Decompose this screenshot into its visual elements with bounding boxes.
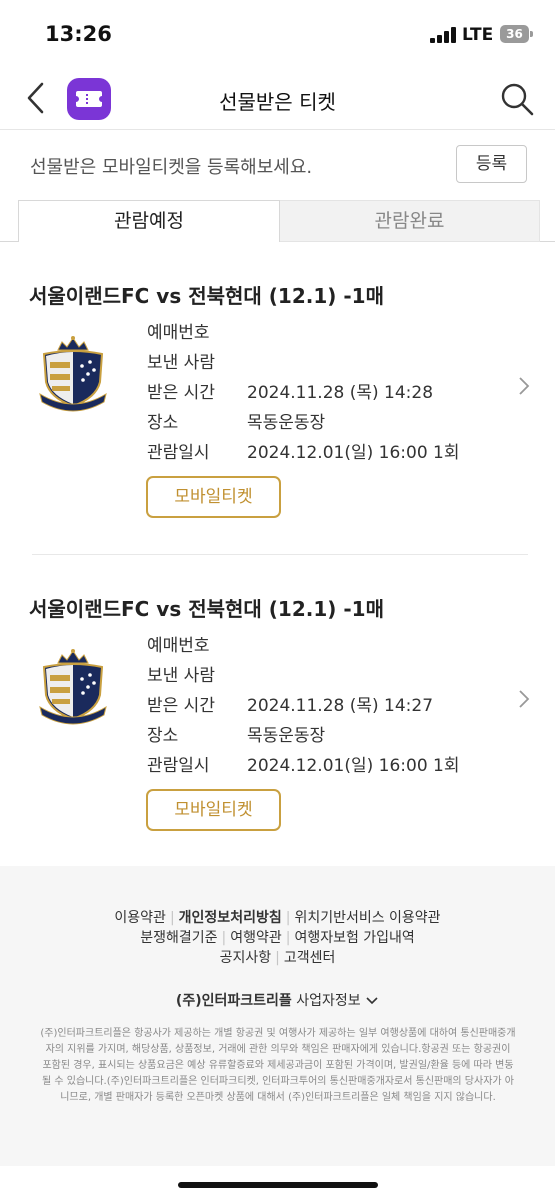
info-row: 관람일시 2024.12.01(일) 16:00 1회	[147, 751, 460, 776]
footer-link-notice[interactable]: 공지사항	[220, 950, 272, 966]
info-value: 목동운동장	[247, 413, 326, 433]
info-value: 2024.12.01(일) 16:00 1회	[247, 443, 460, 463]
info-label: 장소	[147, 413, 179, 433]
status-time: 13:26	[45, 22, 112, 46]
ticket-icon	[76, 91, 102, 107]
company-info[interactable]: (주)인터파크트리플 사업자정보	[0, 990, 555, 1010]
info-label: 관람일시	[147, 756, 210, 776]
info-label: 보낸 사람	[147, 666, 215, 686]
search-button[interactable]	[498, 80, 536, 118]
ticket-title: 서울이랜드FC vs 전북현대 (12.1) -1매	[29, 284, 384, 308]
footer-link-location-terms[interactable]: 위치기반서비스 이용약관	[294, 910, 440, 926]
battery-icon: 36	[500, 25, 529, 43]
footer-link-insurance[interactable]: 여행자보험 가입내역	[294, 930, 414, 946]
mobile-ticket-button[interactable]: 모바일티켓	[146, 789, 281, 831]
info-row: 보낸 사람	[147, 348, 247, 373]
register-section: 선물받은 모바일티켓을 등록해보세요. 등록	[0, 131, 555, 197]
search-icon	[501, 83, 534, 116]
register-prompt: 선물받은 모바일티켓을 등록해보세요.	[30, 157, 313, 178]
chevron-down-icon	[366, 997, 378, 1005]
register-button[interactable]: 등록	[456, 145, 527, 183]
ticket-app-icon[interactable]	[67, 78, 111, 120]
footer-links-row: 이용약관 | 개인정보처리방침 | 위치기반서비스 이용약관	[114, 910, 441, 926]
footer-link-dispute[interactable]: 분쟁해결기준	[140, 930, 217, 946]
info-value: 2024.11.28 (목) 14:27	[247, 696, 434, 716]
info-label: 예매번호	[147, 636, 210, 656]
info-value: 목동운동장	[247, 726, 326, 746]
footer-link-travel-terms[interactable]: 여행약관	[230, 930, 282, 946]
footer: 이용약관 | 개인정보처리방침 | 위치기반서비스 이용약관 분쟁해결기준 | 여행약관 | 여…	[0, 866, 555, 1166]
seoul-eland-fc-logo	[36, 332, 110, 416]
info-label: 보낸 사람	[147, 353, 215, 373]
mobile-ticket-button[interactable]: 모바일티켓	[146, 476, 281, 518]
signal-icon	[430, 27, 458, 43]
info-label: 장소	[147, 726, 179, 746]
info-label: 받은 시간	[147, 383, 215, 403]
info-value: 2024.11.28 (목) 14:28	[247, 383, 434, 403]
legal-disclaimer: (주)인터파크트리플은 항공사가 제공하는 개별 항공권 및 여행사가 제공하는…	[40, 1028, 516, 1103]
info-label: 예매번호	[147, 323, 210, 343]
info-row: 관람일시 2024.12.01(일) 16:00 1회	[147, 438, 460, 463]
network-label: LTE	[462, 25, 494, 45]
info-row: 받은 시간 2024.11.28 (목) 14:27	[147, 691, 433, 716]
footer-link-support[interactable]: 고객센터	[284, 950, 336, 966]
info-label: 받은 시간	[147, 696, 215, 716]
info-row: 장소 목동운동장	[147, 721, 325, 746]
info-row: 받은 시간 2024.11.28 (목) 14:28	[147, 378, 433, 403]
back-button[interactable]	[22, 80, 52, 116]
info-label: 관람일시	[147, 443, 210, 463]
info-row: 보낸 사람	[147, 661, 247, 686]
footer-links-row: 공지사항 | 고객센터	[219, 950, 336, 966]
chevron-left-icon	[27, 82, 44, 114]
ticket-title: 서울이랜드FC vs 전북현대 (12.1) -1매	[29, 597, 384, 621]
footer-link-terms[interactable]: 이용약관	[114, 910, 166, 926]
info-row: 장소 목동운동장	[147, 408, 325, 433]
status-bar: 13:26 LTE 36	[0, 0, 555, 66]
home-indicator	[178, 1182, 378, 1188]
navigation-bar: 선물받은 티켓	[0, 66, 555, 130]
tab-completed[interactable]: 관람완료	[280, 200, 540, 242]
chevron-right-icon[interactable]	[516, 375, 532, 397]
ticket-divider	[32, 554, 528, 555]
battery-tip	[530, 31, 533, 37]
ticket-tabs: 관람예정 관람완료	[18, 200, 540, 242]
company-name: (주)인터파크트리플	[175, 993, 292, 1009]
info-row: 예매번호	[147, 318, 247, 343]
footer-links-row: 분쟁해결기준 | 여행약관 | 여행자보험 가입내역	[140, 930, 415, 946]
footer-link-privacy[interactable]: 개인정보처리방침	[179, 910, 282, 926]
info-value: 2024.12.01(일) 16:00 1회	[247, 756, 460, 776]
seoul-eland-fc-logo	[36, 645, 110, 729]
info-row: 예매번호	[147, 631, 247, 656]
business-info-label: 사업자정보	[296, 993, 361, 1009]
tab-upcoming[interactable]: 관람예정	[18, 200, 280, 242]
chevron-right-icon[interactable]	[516, 688, 532, 710]
